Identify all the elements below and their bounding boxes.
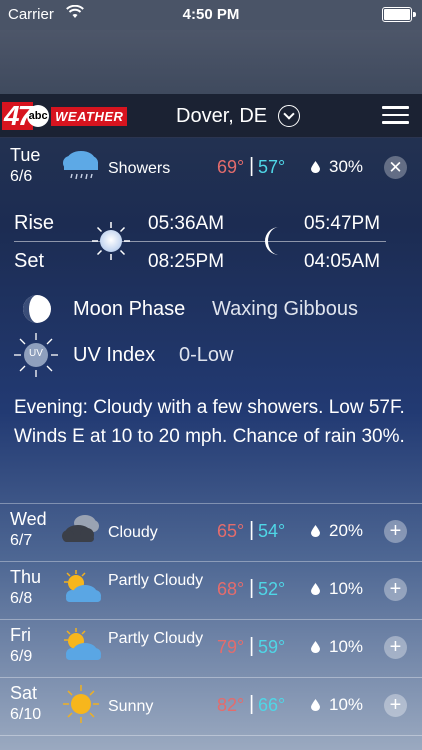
set-label: Set [14, 250, 45, 272]
temp-separator: | [249, 635, 255, 657]
hamburger-menu-icon[interactable] [382, 106, 409, 126]
day-name: Sat [10, 683, 38, 703]
uv-icon-text: UV [29, 348, 43, 359]
moon-icon [265, 227, 279, 255]
uv-icon: UV [13, 332, 59, 378]
temp-separator: | [249, 519, 255, 541]
moon-phase-icon [23, 295, 51, 323]
sun-divider [14, 241, 386, 242]
low-temp: 59° [258, 637, 286, 657]
raindrop-icon [311, 699, 320, 711]
moonset-time: 04:05AM [304, 251, 381, 272]
temp-separator: | [249, 577, 255, 599]
condition-label: Partly Cloudy [108, 630, 204, 647]
day-row-sat[interactable]: Sat 6/10 Sunny 82° | 66° 10% + [0, 678, 422, 736]
low-temp: 54° [258, 521, 286, 541]
low-temp: 57° [258, 157, 286, 177]
condition-label: Cloudy [108, 524, 158, 541]
forecast-narrative: Evening: Cloudy with a few showers. Low … [14, 397, 405, 447]
precip-chance: 20% [329, 521, 364, 540]
raindrop-icon [311, 583, 320, 595]
sunny-icon [63, 685, 99, 723]
logo-network: abc [27, 105, 50, 127]
sun-icon [92, 222, 130, 260]
logo-word: WEATHER [51, 106, 128, 126]
station-logo: 47 abc WEATHER [2, 102, 128, 130]
chevron-down-icon[interactable] [278, 105, 300, 127]
high-temp: 69° [217, 157, 245, 177]
high-temp: 82° [217, 695, 245, 715]
day-row-thu[interactable]: Thu 6/8 Partly Cloudy 68° | 52° 10% + [0, 562, 422, 620]
day-date: 6/7 [10, 532, 33, 549]
cloudy-icon [62, 515, 99, 542]
moonrise-time: 05:47PM [304, 213, 381, 234]
expand-button[interactable]: + [384, 636, 407, 659]
expand-button[interactable]: + [384, 520, 407, 543]
day-name: Fri [10, 625, 31, 645]
sunrise-time: 05:36AM [148, 213, 225, 234]
moon-phase-label: Moon Phase [73, 298, 186, 320]
battery-icon [382, 7, 416, 22]
raindrop-icon [311, 161, 320, 173]
low-temp: 52° [258, 579, 286, 599]
banner-area [0, 30, 422, 94]
selected-day-row[interactable]: Tue 6/6 Showers 69° | 57° 30% ✕ [0, 140, 422, 198]
partly-cloudy-icon [64, 628, 101, 660]
high-temp: 79° [217, 637, 245, 657]
status-bar: Carrier 4:50 PM [0, 0, 422, 30]
expand-button[interactable]: + [384, 578, 407, 601]
precip-chance: 10% [329, 695, 364, 714]
raindrop-icon [311, 525, 320, 537]
day-date: 6/9 [10, 648, 33, 665]
condition-label: Showers [108, 160, 171, 177]
clock: 4:50 PM [182, 6, 240, 23]
day-date: 6/10 [10, 706, 42, 723]
precip-chance: 30% [329, 157, 364, 176]
day-name: Wed [10, 509, 47, 529]
partly-cloudy-icon [64, 570, 101, 602]
low-temp: 66° [258, 695, 286, 715]
expand-button[interactable]: + [384, 694, 407, 717]
location-selector[interactable]: Dover, DE [176, 105, 267, 128]
moon-phase-value: Waxing Gibbous [212, 298, 358, 320]
high-temp: 65° [217, 521, 245, 541]
raindrop-icon [311, 641, 320, 653]
collapse-button[interactable]: ✕ [384, 156, 407, 179]
uv-index-value: 0-Low [179, 344, 234, 366]
day-name: Tue [10, 145, 41, 165]
showers-icon [63, 151, 98, 180]
high-temp: 68° [217, 579, 245, 599]
temp-separator: | [249, 155, 255, 177]
precip-chance: 10% [329, 579, 364, 598]
day-row-fri[interactable]: Fri 6/9 Partly Cloudy 79° | 59° 10% + [0, 620, 422, 678]
rise-label: Rise [14, 212, 55, 234]
day-name: Thu [10, 567, 42, 587]
day-date: 6/8 [10, 590, 33, 607]
condition-label: Sunny [108, 698, 154, 715]
divider [0, 735, 422, 736]
precip-chance: 10% [329, 637, 364, 656]
app-header: 47 abc WEATHER Dover, DE [0, 94, 422, 138]
temp-separator: | [249, 693, 255, 715]
day-date: 6/6 [10, 168, 33, 185]
condition-label: Partly Cloudy [108, 572, 204, 589]
uv-index-label: UV Index [73, 344, 156, 366]
day-row-wed[interactable]: Wed 6/7 Cloudy 65° | 54° 20% + [0, 504, 422, 562]
sunset-time: 08:25PM [148, 251, 225, 272]
